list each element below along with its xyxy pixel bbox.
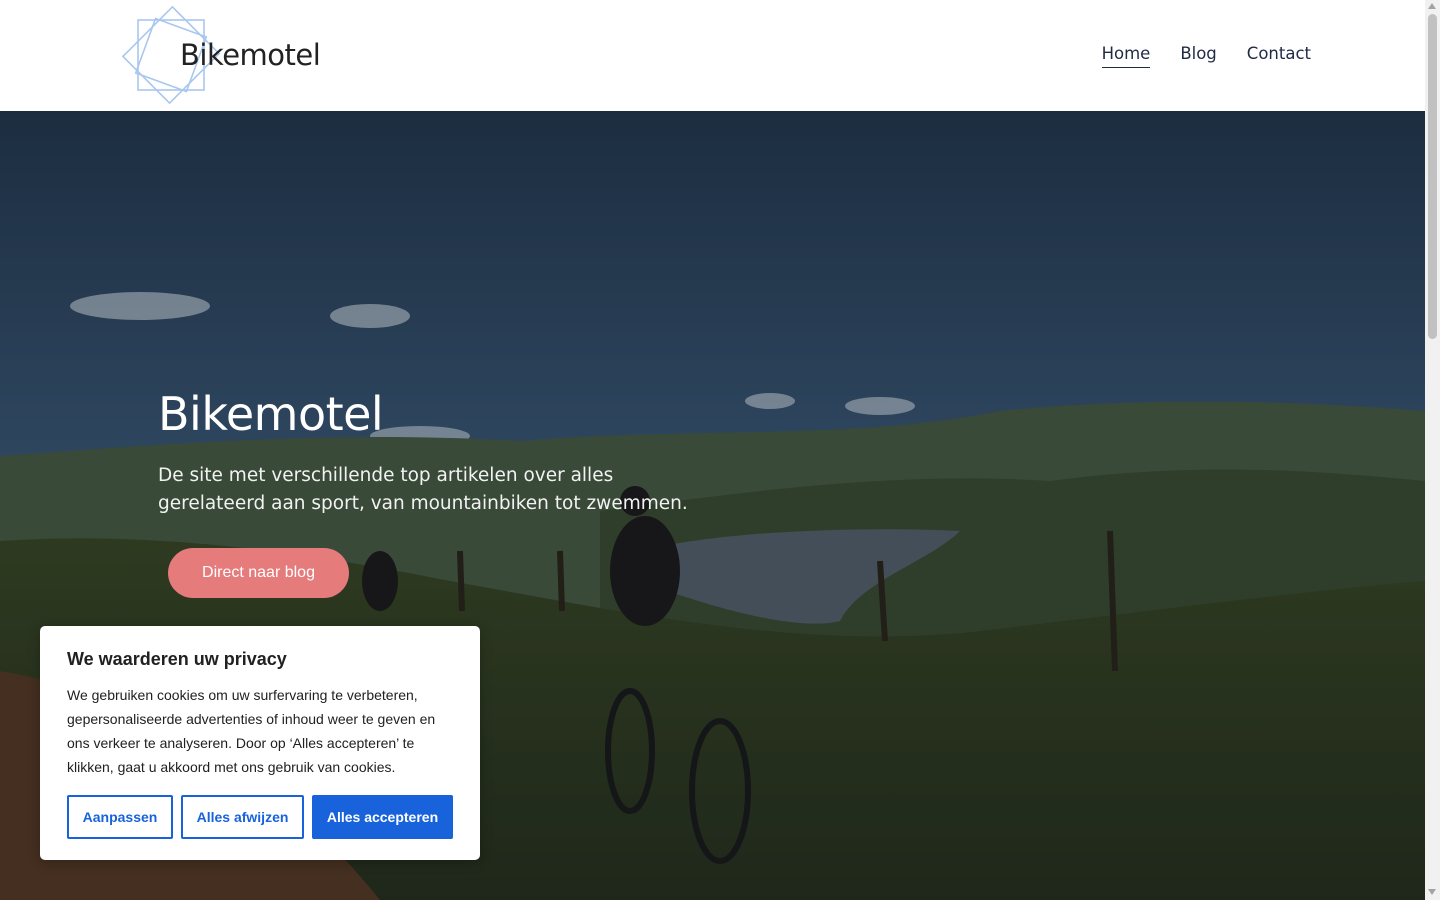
page-scrollbar[interactable] xyxy=(1425,0,1440,900)
hero-subtitle: De site met verschillende top artikelen … xyxy=(158,465,688,514)
brand-name[interactable]: Bikemotel xyxy=(180,38,321,72)
nav-blog-link[interactable]: Blog xyxy=(1180,44,1216,68)
hero-title: Bikemotel xyxy=(158,387,384,441)
customize-button[interactable]: Aanpassen xyxy=(67,795,173,839)
cookie-actions: Aanpassen Alles afwijzen Alles acceptere… xyxy=(67,795,453,839)
cookie-consent-banner: We waarderen uw privacy We gebruiken coo… xyxy=(40,626,480,860)
nav-contact-link[interactable]: Contact xyxy=(1247,44,1311,68)
cookie-description: We gebruiken cookies om uw surfervaring … xyxy=(67,687,436,775)
reject-all-button[interactable]: Alles afwijzen xyxy=(181,795,304,839)
accept-all-button[interactable]: Alles accepteren xyxy=(312,795,453,839)
blog-cta-button[interactable]: Direct naar blog xyxy=(168,548,349,598)
scrollbar-thumb[interactable] xyxy=(1428,14,1437,339)
main-nav: Home Blog Contact xyxy=(1101,44,1311,68)
scroll-down-arrow-icon[interactable] xyxy=(1428,889,1436,895)
cookie-title: We waarderen uw privacy xyxy=(67,649,287,669)
site-header: Bikemotel Home Blog Contact xyxy=(0,0,1425,111)
scroll-up-arrow-icon[interactable] xyxy=(1428,3,1436,9)
nav-home-link[interactable]: Home xyxy=(1101,44,1151,68)
